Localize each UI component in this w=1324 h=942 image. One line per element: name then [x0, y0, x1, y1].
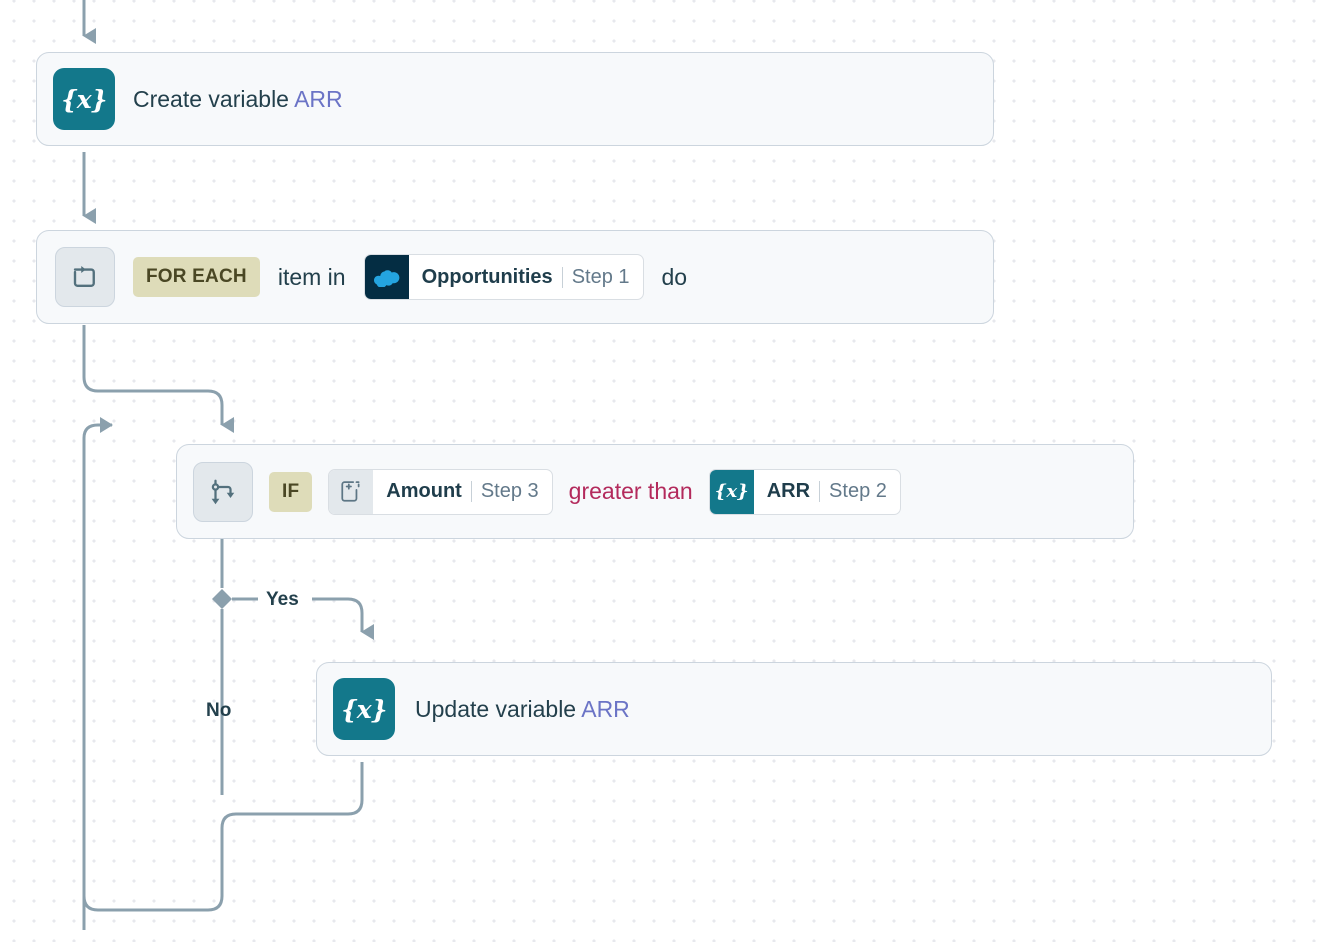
variable-braces-icon: {x}	[710, 470, 754, 514]
workflow-canvas[interactable]: {x} Create variable ARR FOR EACH item in…	[0, 0, 1324, 942]
token-divider	[471, 481, 472, 502]
node-update-variable[interactable]: {x} Update variable ARR	[316, 662, 1272, 756]
wire-yes-to-update	[312, 599, 362, 632]
token-step: Step 3	[481, 480, 539, 503]
node-text-prefix: Update variable	[415, 696, 576, 722]
node-if-condition[interactable]: IF Amount Step 3 greater than {x} ARR	[176, 444, 1134, 539]
keyword-badge-for-each: FOR EACH	[133, 257, 260, 297]
token-divider	[819, 481, 820, 502]
node-label: Update variable ARR	[415, 696, 630, 723]
node-create-variable[interactable]: {x} Create variable ARR	[36, 52, 994, 146]
branch-icon	[193, 462, 253, 522]
variable-braces-icon: {x}	[333, 678, 395, 740]
loop-icon	[55, 247, 115, 307]
node-for-each[interactable]: FOR EACH item in Opportunities Step 1 do	[36, 230, 994, 324]
token-divider	[562, 267, 563, 288]
salesforce-cloud-glyph	[374, 268, 400, 287]
token-opportunities[interactable]: Opportunities Step 1	[364, 254, 644, 300]
wire-foreach-to-if	[84, 325, 222, 425]
node-text-prefix: Create variable	[133, 86, 289, 112]
token-label: Amount	[386, 480, 462, 503]
wire-loop-back	[84, 425, 112, 930]
token-step: Step 1	[572, 266, 630, 289]
wire-update-merge-loop	[84, 762, 362, 910]
node-label: Create variable ARR	[133, 86, 343, 113]
salesforce-icon	[365, 255, 409, 299]
field-icon	[329, 470, 373, 514]
token-label: ARR	[767, 480, 810, 503]
branch-label-no: No	[206, 700, 231, 722]
condition-operator[interactable]: greater than	[569, 478, 693, 505]
token-step: Step 2	[829, 480, 887, 503]
token-label: Opportunities	[422, 266, 553, 289]
token-amount[interactable]: Amount Step 3	[328, 469, 552, 515]
decision-diamond	[212, 589, 232, 609]
branch-label-yes: Yes	[266, 589, 299, 611]
loop-middle-word: item in	[278, 264, 346, 291]
variable-name[interactable]: ARR	[581, 696, 630, 722]
token-arr[interactable]: {x} ARR Step 2	[709, 469, 901, 515]
variable-name[interactable]: ARR	[294, 86, 343, 112]
keyword-badge-if: IF	[269, 472, 312, 512]
loop-trailing-word: do	[662, 264, 688, 291]
variable-braces-icon: {x}	[53, 68, 115, 130]
